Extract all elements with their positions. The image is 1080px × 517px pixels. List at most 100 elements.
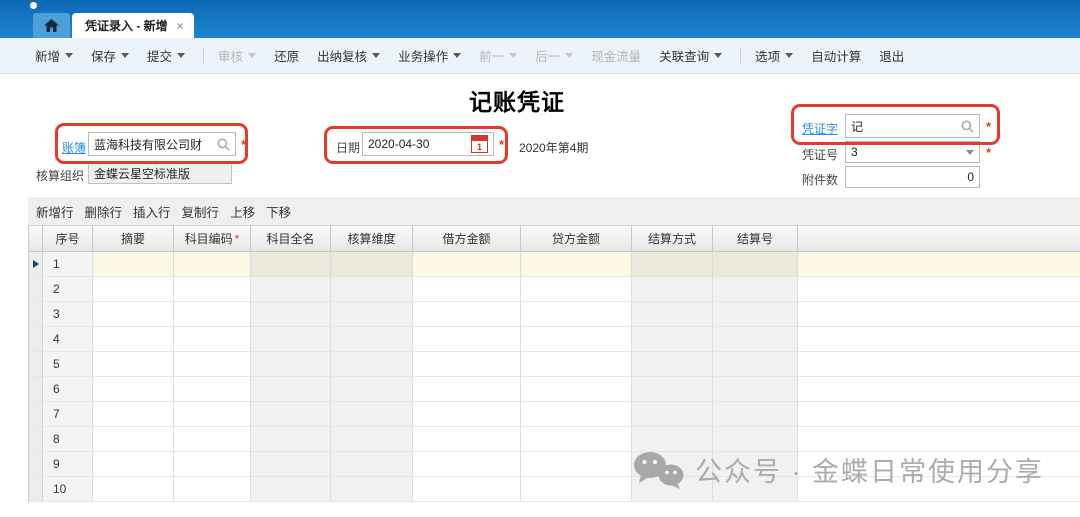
grid-cell[interactable] [632,352,713,377]
grid-cell[interactable] [521,452,632,477]
row-number-cell[interactable]: 10 [43,477,93,502]
grid-cell[interactable] [251,427,331,452]
row-selector-cell[interactable] [29,377,43,402]
row-selector-cell[interactable] [29,327,43,352]
grid-cell[interactable] [93,477,174,502]
grid-cell[interactable] [251,302,331,327]
menu-item[interactable]: 关联查询 [659,46,722,65]
grid-cell[interactable] [632,377,713,402]
grid-cell[interactable] [331,352,413,377]
row-number-cell[interactable]: 4 [43,327,93,352]
grid-cell[interactable] [93,402,174,427]
grid-cell[interactable] [413,327,521,352]
date-input[interactable]: 2020-04-30 1 [362,132,494,156]
grid-cell[interactable] [331,477,413,502]
grid-cell[interactable] [632,302,713,327]
row-selector-cell[interactable] [29,302,43,327]
grid-cell[interactable] [713,352,798,377]
grid-cell[interactable] [521,252,632,277]
row-selector-cell[interactable] [29,402,43,427]
menu-item[interactable]: 出纳复核 [317,46,380,65]
grid-cell[interactable] [521,277,632,302]
grid-cell[interactable] [521,327,632,352]
grid-cell[interactable] [331,327,413,352]
grid-toolbar-button[interactable]: 插入行 [133,202,171,221]
menu-item[interactable]: 还原 [274,46,299,65]
grid-cell[interactable] [251,327,331,352]
row-number-cell[interactable]: 5 [43,352,93,377]
grid-cell[interactable] [251,402,331,427]
grid-filler-cell[interactable] [798,327,1080,352]
grid-cell[interactable] [93,277,174,302]
grid-cell[interactable] [632,427,713,452]
grid-cell[interactable] [93,427,174,452]
grid-cell[interactable] [93,452,174,477]
menu-item[interactable]: 新增 [35,46,73,65]
row-number-cell[interactable]: 6 [43,377,93,402]
grid-cell[interactable] [713,427,798,452]
grid-cell[interactable] [331,277,413,302]
grid-cell[interactable] [174,327,251,352]
grid-cell[interactable] [632,327,713,352]
grid-cell[interactable] [331,377,413,402]
grid-cell[interactable] [251,252,331,277]
grid-cell[interactable] [413,477,521,502]
grid-cell[interactable] [93,327,174,352]
grid-cell[interactable] [413,377,521,402]
home-tab[interactable] [33,13,70,38]
tab-close-icon[interactable]: × [177,19,184,33]
row-number-cell[interactable]: 8 [43,427,93,452]
grid-cell[interactable] [174,277,251,302]
grid-filler-cell[interactable] [798,427,1080,452]
grid-cell[interactable] [713,402,798,427]
grid-cell[interactable] [521,427,632,452]
grid-cell[interactable] [251,377,331,402]
row-number-cell[interactable]: 9 [43,452,93,477]
chevron-down-icon[interactable] [785,53,793,58]
grid-filler-cell[interactable] [798,402,1080,427]
grid-toolbar-button[interactable]: 下移 [266,202,291,221]
grid-cell[interactable] [413,427,521,452]
row-selector-cell[interactable] [29,277,43,302]
grid-cell[interactable] [713,302,798,327]
grid-filler-cell[interactable] [798,352,1080,377]
grid-cell[interactable] [331,252,413,277]
grid-cell[interactable] [413,252,521,277]
book-label-link[interactable]: 账簿 [62,139,86,156]
grid-cell[interactable] [174,302,251,327]
grid-cell[interactable] [521,352,632,377]
row-selector-cell[interactable] [29,477,43,502]
book-input[interactable]: 蓝海科技有限公司财 [88,132,236,156]
grid-cell[interactable] [251,452,331,477]
grid-cell[interactable] [174,377,251,402]
grid-cell[interactable] [93,252,174,277]
grid-cell[interactable] [331,402,413,427]
chevron-down-icon[interactable] [121,53,129,58]
grid-cell[interactable] [413,452,521,477]
grid-cell[interactable] [174,452,251,477]
grid-cell[interactable] [174,352,251,377]
chevron-down-icon[interactable] [372,53,380,58]
attachments-input[interactable]: 0 [845,166,980,188]
grid-cell[interactable] [632,402,713,427]
grid-cell[interactable] [413,302,521,327]
menu-item[interactable]: 提交 [147,46,185,65]
row-selector-cell[interactable] [29,427,43,452]
grid-cell[interactable] [331,452,413,477]
grid-toolbar-button[interactable]: 复制行 [182,202,220,221]
menu-item[interactable]: 自动计算 [811,46,861,65]
search-icon[interactable] [961,120,974,133]
grid-cell[interactable] [93,302,174,327]
menu-item[interactable]: 业务操作 [398,46,461,65]
tab-voucher-entry[interactable]: 凭证录入 - 新增 × [72,13,194,38]
grid-cell[interactable] [713,277,798,302]
grid-filler-cell[interactable] [798,277,1080,302]
grid-cell[interactable] [413,352,521,377]
grid-cell[interactable] [632,252,713,277]
menu-item[interactable]: 保存 [91,46,129,65]
grid-cell[interactable] [93,352,174,377]
grid-filler-cell[interactable] [798,302,1080,327]
grid-cell[interactable] [521,302,632,327]
grid-cell[interactable] [713,377,798,402]
grid-cell[interactable] [521,402,632,427]
